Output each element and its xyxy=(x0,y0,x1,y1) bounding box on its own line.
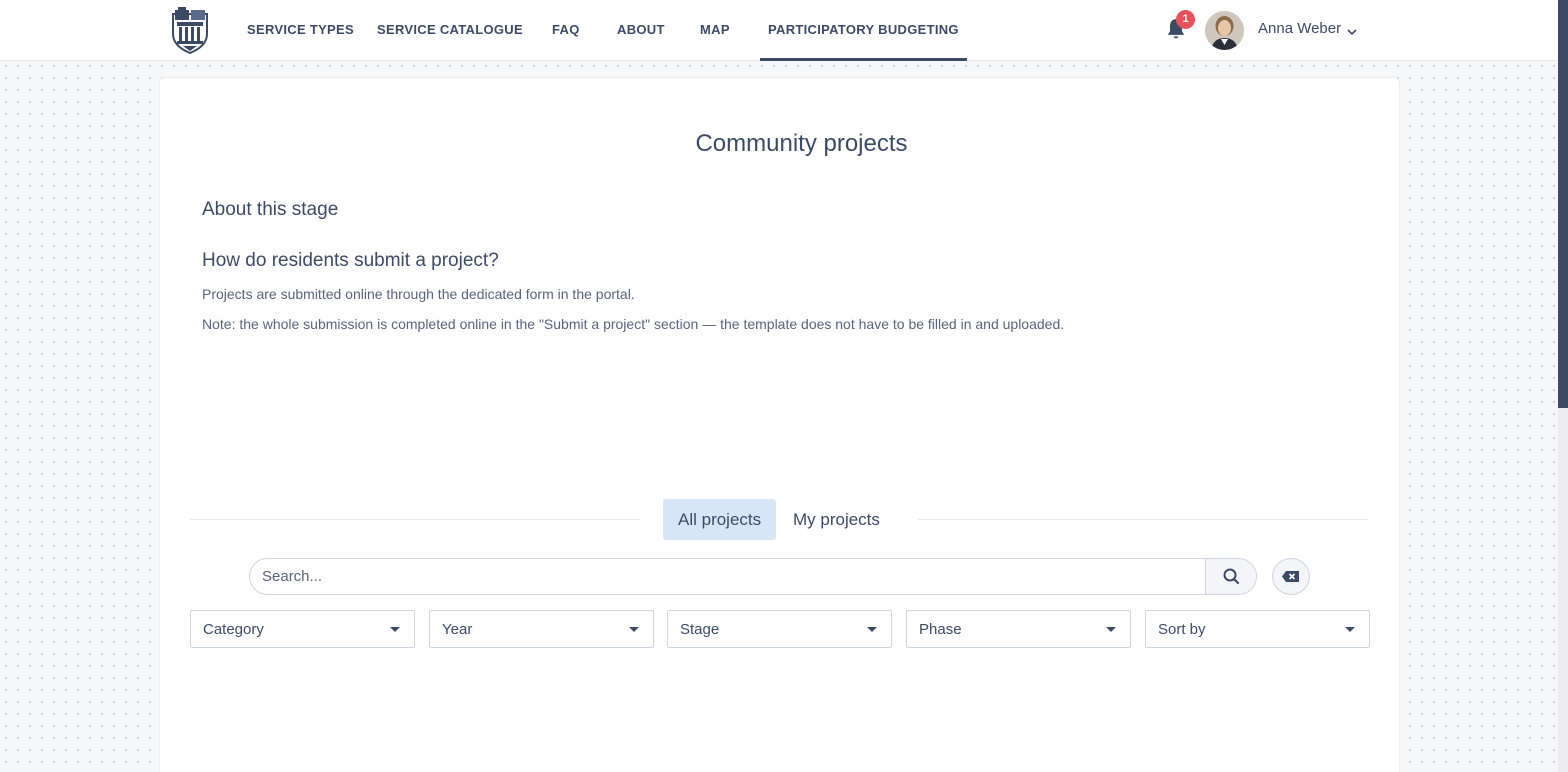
tab-my-projects[interactable]: My projects xyxy=(778,499,895,540)
sort-by-select-label: Sort by xyxy=(1158,621,1206,638)
year-select[interactable]: Year xyxy=(429,610,654,648)
caret-down-icon xyxy=(1345,627,1355,632)
search-bar xyxy=(249,558,1257,595)
info-paragraph: Projects are submitted online through th… xyxy=(202,286,635,302)
page-title: Community projects xyxy=(695,130,908,157)
stage-select-label: Stage xyxy=(680,621,720,638)
phase-select[interactable]: Phase xyxy=(906,610,1131,648)
nav-faq[interactable]: FAQ xyxy=(552,0,580,61)
nav-about[interactable]: ABOUT xyxy=(617,0,665,61)
search-button[interactable] xyxy=(1205,559,1256,594)
category-select-label: Category xyxy=(203,621,264,638)
user-name[interactable]: Anna Weber xyxy=(1258,20,1341,37)
top-navigation-bar: SERVICE TYPES SERVICE CATALOGUE FAQ ABOU… xyxy=(0,0,1558,61)
tab-divider-right xyxy=(918,519,1368,520)
caret-down-icon xyxy=(867,627,877,632)
tab-all-projects[interactable]: All projects xyxy=(663,499,777,540)
notification-count-badge: 1 xyxy=(1176,10,1195,29)
tab-divider-left xyxy=(190,519,640,520)
category-select[interactable]: Category xyxy=(190,610,415,648)
nav-service-types[interactable]: SERVICE TYPES xyxy=(247,0,354,61)
caret-down-icon xyxy=(390,627,400,632)
caret-down-icon xyxy=(1106,627,1116,632)
nav-service-catalogue[interactable]: SERVICE CATALOGUE xyxy=(377,0,523,61)
content-card xyxy=(159,77,1400,772)
city-logo-icon[interactable] xyxy=(169,6,211,55)
scrollbar-thumb[interactable] xyxy=(1558,0,1568,408)
user-avatar[interactable] xyxy=(1205,11,1244,50)
search-input[interactable] xyxy=(250,559,1205,594)
clear-search-button[interactable] xyxy=(1272,558,1310,595)
chevron-down-icon[interactable] xyxy=(1346,25,1358,37)
question-heading: How do residents submit a project? xyxy=(202,250,499,271)
stage-select[interactable]: Stage xyxy=(667,610,892,648)
backspace-clear-icon xyxy=(1282,571,1299,582)
note-paragraph: Note: the whole submission is completed … xyxy=(202,316,1065,332)
year-select-label: Year xyxy=(442,621,473,638)
caret-down-icon xyxy=(629,627,639,632)
sort-by-select[interactable]: Sort by xyxy=(1145,610,1370,648)
phase-select-label: Phase xyxy=(919,621,962,638)
page-scrollbar[interactable] xyxy=(1558,0,1568,772)
nav-participatory-budgeting[interactable]: PARTICIPATORY BUDGETING xyxy=(760,0,967,61)
stage-heading: About this stage xyxy=(202,199,339,220)
nav-map[interactable]: MAP xyxy=(700,0,730,61)
